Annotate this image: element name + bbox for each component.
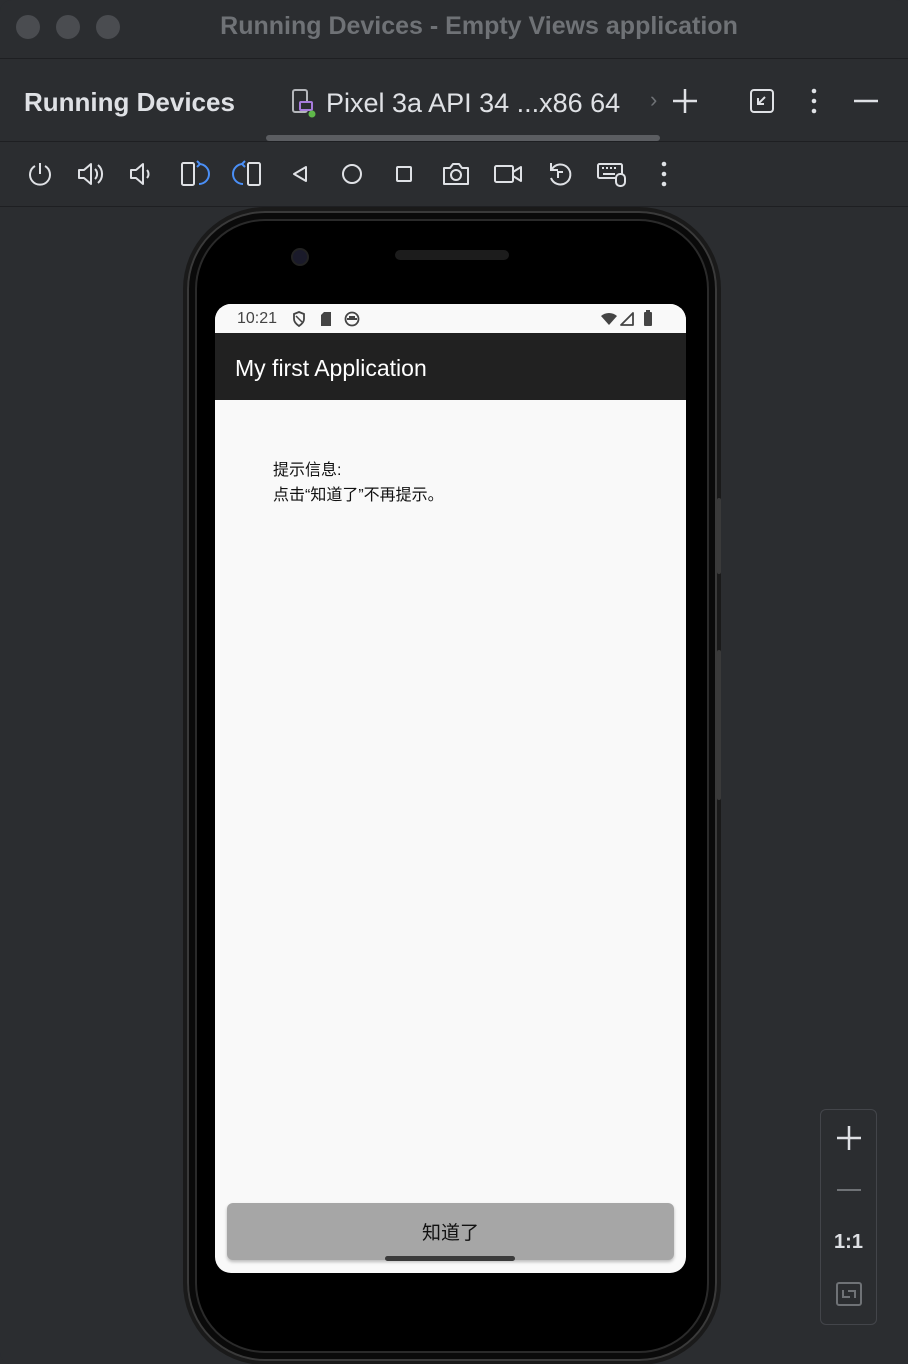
overview-icon[interactable] [386,156,422,192]
restore-icon[interactable] [744,83,780,119]
rotate-left-icon[interactable] [177,156,213,192]
battery-icon [643,310,653,331]
zoom-in-icon[interactable] [821,1113,876,1163]
sd-card-icon [320,311,332,332]
zoom-controls: 1:1 [820,1109,877,1325]
wifi-icon [600,312,618,331]
tool-window-header: Running Devices Pixel 3a API 34 ...x86 6… [0,59,908,142]
screen-record-icon[interactable] [490,156,526,192]
earpiece-speaker [395,250,509,260]
more-vertical-icon[interactable] [646,156,682,192]
front-camera [291,248,309,266]
hint-message-line-2: 点击“知道了”不再提示。 [273,487,444,504]
running-device-icon [290,88,316,118]
device-toolbar [0,142,908,207]
android-status-bar: 10:21 [215,304,686,333]
screenshot-icon[interactable] [438,156,474,192]
zoom-out-icon[interactable] [821,1165,876,1215]
add-icon[interactable] [667,83,703,119]
shield-icon [292,311,306,332]
app-action-bar: My first Application [215,333,686,400]
cell-signal-icon [620,312,634,331]
title-bar: Running Devices - Empty Views applicatio… [0,0,908,59]
phone-side-button [717,498,721,574]
hint-message: 提示信息: 点击“知道了”不再提示。 [273,458,444,508]
back-icon[interactable] [282,156,318,192]
app-title: My first Application [235,355,427,381]
status-time: 10:21 [237,310,278,327]
window-title: Running Devices - Empty Views applicatio… [220,12,738,40]
keyboard-mouse-icon[interactable] [594,156,630,192]
actual-size-button[interactable]: 1:1 [821,1217,876,1267]
more-vertical-icon[interactable] [796,83,832,119]
fit-to-screen-icon[interactable] [821,1269,876,1319]
got-it-button[interactable]: 知道了 [227,1203,674,1260]
tab-selection-underline [266,135,660,141]
device-screen[interactable]: 10:21 My first Application 提示信息: 点击“知道了”… [215,304,686,1273]
volume-down-icon[interactable] [123,156,159,192]
phone-volume-button [717,650,721,800]
tab-overflow-chevron[interactable]: › [650,87,657,113]
volume-up-icon[interactable] [73,156,109,192]
gesture-nav-handle[interactable] [385,1256,515,1261]
zoom-ratio-label: 1:1 [834,1230,863,1253]
home-icon[interactable] [334,156,370,192]
power-icon[interactable] [22,156,58,192]
hint-message-line-1: 提示信息: [273,462,342,479]
ide-window: Running Devices - Empty Views applicatio… [0,0,908,1364]
tool-window-title: Running Devices [24,87,235,117]
device-tab[interactable]: Pixel 3a API 34 ...x86 64 [290,83,620,123]
android-debug-icon [344,311,360,332]
device-tab-label: Pixel 3a API 34 ...x86 64 [326,87,621,118]
rotate-right-icon[interactable] [229,156,265,192]
minimize-icon[interactable] [848,83,884,119]
reset-icon[interactable] [542,156,578,192]
